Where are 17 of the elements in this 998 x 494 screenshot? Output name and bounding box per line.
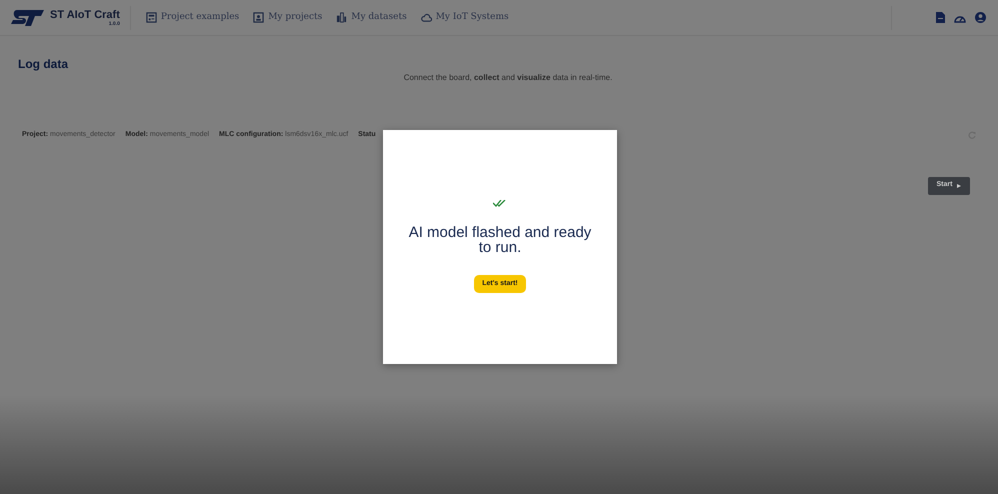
list-icon bbox=[146, 12, 157, 23]
double-check-icon bbox=[493, 200, 507, 207]
chart-icon bbox=[336, 12, 348, 23]
document-icon[interactable] bbox=[936, 12, 945, 23]
nav-link[interactable]: Project examples bbox=[146, 10, 240, 24]
dialog-message: AI model flashed and ready to run. bbox=[408, 225, 592, 255]
nav-link[interactable]: My datasets bbox=[336, 10, 407, 24]
caret-icon bbox=[957, 184, 962, 188]
cloud-icon bbox=[420, 12, 432, 23]
nav-link[interactable]: My projects bbox=[253, 10, 322, 24]
folder-icon bbox=[253, 12, 264, 23]
page-title: Log data bbox=[18, 56, 70, 73]
subtitle: Connect the board, collect and visualize data in real-time. bbox=[404, 72, 612, 84]
logo-icon bbox=[11, 10, 44, 26]
nav-link[interactable]: My IoT Systems bbox=[420, 10, 509, 24]
user-icon[interactable] bbox=[975, 12, 986, 23]
brand-name: ST AIoT Craft bbox=[50, 8, 120, 20]
